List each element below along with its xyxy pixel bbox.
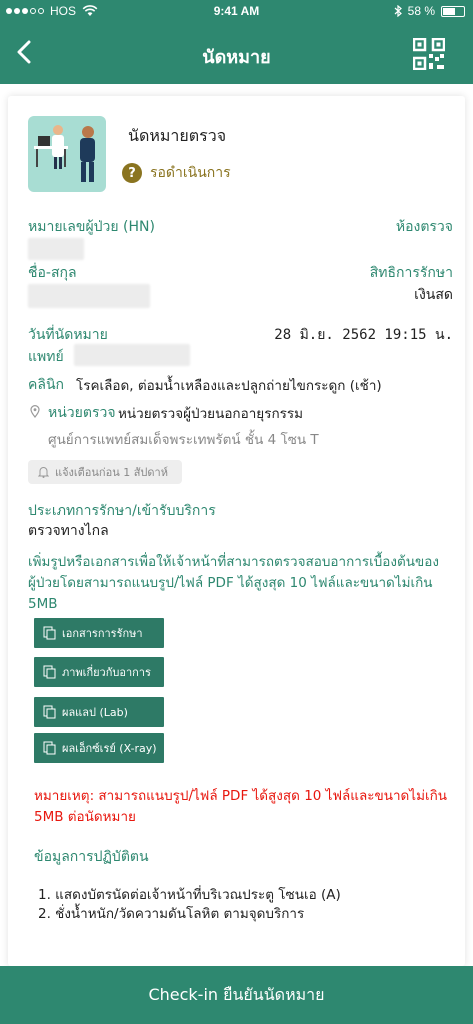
bell-icon: [38, 467, 49, 478]
reminder-badge[interactable]: แจ้งเตือนก่อน 1 สัปดาห์: [28, 460, 182, 484]
upload-instruction-line: เพิ่มรูปหรือเอกสารเพื่อให้เจ้าหน้าที่สาม…: [28, 554, 439, 570]
upload-note: หมายเหตุ: สามารถแนบรูป/ไฟล์ PDF ได้สูงสุ…: [34, 786, 454, 828]
top-bar: HOS 9:41 AM 58 % นัดหมาย: [0, 0, 473, 84]
unit-label: หน่วยตรวจ: [48, 405, 116, 421]
battery-percent: 58 %: [407, 4, 435, 18]
location-text: ศูนย์การแพทย์สมเด็จพระเทพรัตน์ ชั้น 4 โซ…: [48, 432, 319, 448]
upload-instruction-line: ผู้ป่วยโดยสามารถแนบรูป/ไฟล์ PDF ได้สูงสุ…: [28, 575, 433, 612]
document-icon: [43, 665, 56, 679]
reminder-text: แจ้งเตือนก่อน 1 สัปดาห์: [55, 466, 168, 479]
qr-code-icon: [412, 37, 446, 71]
upload-note-line: 5MB ต่อนัดหมาย: [34, 809, 136, 825]
upload-button-label: ผลเอ็กซ์เรย์ (X-ray): [62, 742, 157, 755]
upload-medical-documents-button[interactable]: เอกสารการรักษา: [34, 618, 164, 648]
battery-icon: [441, 5, 465, 17]
qr-code-button[interactable]: [412, 37, 446, 71]
page-title: นัดหมาย: [202, 47, 271, 68]
hn-label: หมายเลขผู้ป่วย (HN): [28, 219, 155, 235]
status-text: รอดำเนินการ: [150, 165, 231, 181]
clinic-value: โรคเลือด, ต่อมน้ำเหลืองและปลูกถ่ายไขกระด…: [76, 378, 382, 394]
practice-heading: ข้อมูลการปฏิบัติตน: [34, 849, 149, 865]
date-label: วันที่นัดหมาย: [28, 327, 108, 343]
battery-area: 58 %: [394, 4, 465, 18]
document-icon: [43, 741, 56, 755]
name-value-redacted: [28, 284, 150, 308]
upload-instruction: เพิ่มรูปหรือเอกสารเพื่อให้เจ้าหน้าที่สาม…: [28, 552, 458, 615]
appointment-card: นัดหมายตรวจ ? รอดำเนินการ หมายเลขผู้ป่วย…: [8, 96, 465, 966]
bluetooth-icon: [394, 5, 402, 17]
document-icon: [43, 626, 56, 640]
question-icon: ?: [122, 163, 142, 183]
status-badge: ? รอดำเนินการ: [122, 162, 231, 184]
doctor-value-redacted: [74, 344, 190, 366]
rights-value: เงินสด: [414, 287, 453, 303]
upload-button-label: ภาพเกี่ยวกับอาการ: [62, 666, 151, 679]
unit-value: หน่วยตรวจผู้ป่วยนอกอายุรกรรม: [118, 406, 304, 422]
name-label: ชื่อ-สกุล: [28, 265, 77, 281]
practice-item: 1. แสดงบัตรนัดต่อเจ้าหน้าที่บริเวณประตู …: [38, 887, 341, 903]
appointment-title: นัดหมายตรวจ: [128, 126, 227, 145]
upload-xray-results-button[interactable]: ผลเอ็กซ์เรย์ (X-ray): [34, 733, 164, 763]
document-icon: [43, 705, 56, 719]
upload-note-line: หมายเหตุ: สามารถแนบรูป/ไฟล์ PDF ได้สูงสุ…: [34, 788, 448, 804]
service-type-label: ประเภทการรักษา/เข้ารับบริการ: [28, 503, 216, 519]
upload-lab-results-button[interactable]: ผลแลป (Lab): [34, 697, 164, 727]
date-value: 28 มิ.ย. 2562 19:15 น.: [274, 327, 453, 343]
clinic-label: คลินิก: [28, 377, 64, 393]
room-label: ห้องตรวจ: [395, 219, 453, 235]
doctor-label: แพทย์: [28, 349, 64, 365]
checkin-button[interactable]: Check-in ยืนยันนัดหมาย: [0, 966, 473, 1024]
location-pin-icon: [30, 405, 40, 418]
practice-item: 2. ชั่งน้ำหนัก/วัดความดันโลหิต ตามจุดบริ…: [38, 906, 305, 922]
upload-button-label: ผลแลป (Lab): [62, 706, 128, 719]
service-type-value: ตรวจทางไกล: [28, 523, 109, 539]
practice-list: 1. แสดงบัตรนัดต่อเจ้าหน้าที่บริเวณประตู …: [38, 886, 341, 924]
status-bar: HOS 9:41 AM 58 %: [0, 0, 473, 22]
rights-label: สิทธิการรักษา: [369, 265, 453, 281]
hn-value-redacted: [28, 238, 84, 260]
upload-symptom-images-button[interactable]: ภาพเกี่ยวกับอาการ: [34, 657, 164, 687]
doctor-illustration: [28, 116, 106, 192]
upload-button-label: เอกสารการรักษา: [62, 627, 143, 640]
